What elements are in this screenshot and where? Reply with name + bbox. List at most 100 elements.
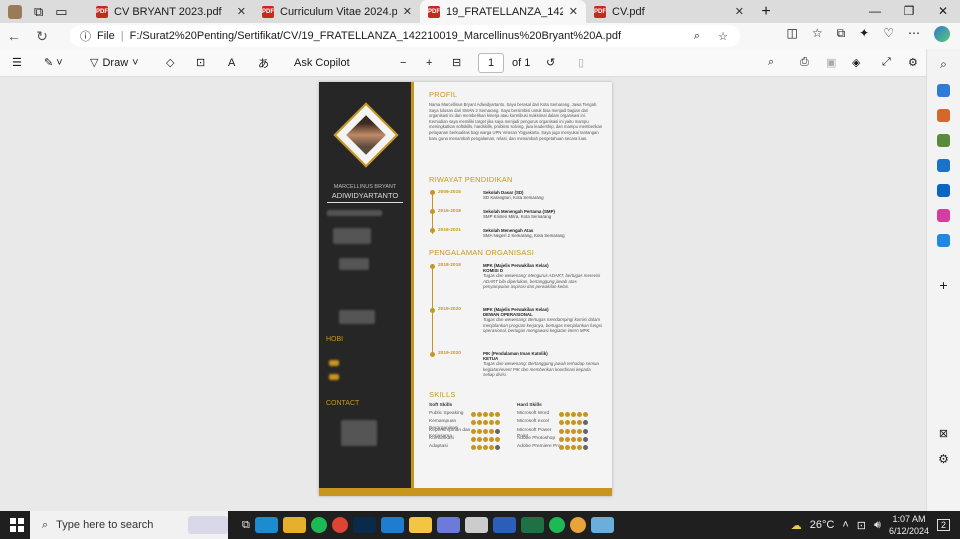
split-screen-icon[interactable]: ◫ [786, 26, 797, 42]
skill-dot [483, 420, 488, 426]
favorites-icon[interactable]: ☆ [812, 26, 823, 42]
restore-icon[interactable]: ❐ [892, 0, 926, 23]
erase-icon[interactable]: ◇ [166, 56, 174, 69]
vscode-icon[interactable] [380, 517, 404, 533]
edge-taskbar-icon[interactable] [254, 517, 278, 533]
tab-actions-icon[interactable]: ▭ [55, 4, 67, 20]
fullscreen-icon[interactable]: ⤢ [882, 56, 891, 69]
skill-dot [559, 428, 564, 434]
notification-icon[interactable]: 2 [936, 519, 950, 531]
close-tab-icon[interactable]: ✕ [569, 5, 578, 18]
contents-icon[interactable]: ☰ [12, 56, 22, 69]
read-aloud-icon[interactable]: A [228, 57, 235, 69]
favorite-star-icon[interactable]: ☆ [718, 30, 728, 43]
translate-icon[interactable]: あ [258, 55, 269, 71]
new-tab-button[interactable]: + [752, 0, 780, 23]
skill-dot [565, 445, 570, 451]
print-icon[interactable]: ⎙ [800, 56, 809, 69]
word-icon[interactable] [492, 517, 516, 533]
save-as-icon[interactable]: ◈ [852, 56, 860, 69]
file-explorer-icon[interactable] [282, 517, 306, 533]
hobby-icon [329, 360, 339, 366]
save-icon[interactable]: ▣ [826, 56, 836, 69]
chrome-icon[interactable] [331, 517, 348, 533]
sidebar-screenshot-icon[interactable]: ⊠ [939, 427, 948, 440]
chrome-alt-icon[interactable] [569, 517, 586, 533]
fit-page-icon[interactable]: ⊟ [452, 56, 461, 69]
tab-1[interactable]: PDF Curriculum Vitae 2024.pdf ✕ [254, 0, 420, 23]
volume-icon[interactable]: 🔊︎ [874, 519, 881, 532]
window-controls: — ❐ ✕ [858, 0, 960, 23]
pdf-icon: PDF [594, 5, 606, 18]
pdf-page: MARCELLINUS BRYANT ADIWIDYARTANTO HOBI C… [319, 82, 612, 496]
profile-avatar-icon[interactable] [8, 4, 22, 19]
ask-copilot-button[interactable]: Ask Copilot [294, 57, 350, 69]
taskbar-search[interactable]: ⌕ Type here to search [30, 511, 228, 539]
page-view-icon[interactable]: ▯ [578, 56, 584, 69]
photoshop-icon[interactable] [352, 517, 376, 533]
excel-icon[interactable] [520, 517, 544, 533]
close-tab-icon[interactable]: ✕ [237, 5, 246, 18]
notepad-icon[interactable] [590, 517, 614, 533]
skill-dot [577, 412, 582, 417]
workspaces-icon[interactable]: ⧉ [34, 4, 43, 20]
outlook-icon[interactable] [937, 184, 950, 197]
minimize-icon[interactable]: — [858, 0, 892, 23]
timeline-dot [430, 190, 435, 195]
draw-button[interactable]: ▽ Draw ˅ [90, 56, 139, 70]
url-field[interactable]: ⓘ File | F:/Surat2%20Penting/Sertifikat/… [70, 25, 740, 47]
folder-icon[interactable] [408, 517, 432, 533]
rotate-icon[interactable]: ↺ [546, 56, 555, 69]
settings-icon[interactable]: ⚙ [908, 56, 918, 69]
info-icon[interactable]: ⓘ [80, 28, 91, 44]
close-window-icon[interactable]: ✕ [926, 0, 960, 23]
text-icon[interactable]: ⊡ [196, 56, 205, 69]
performance-icon[interactable]: ♡ [883, 26, 894, 42]
games-icon[interactable] [937, 134, 950, 147]
skill-name: Adobe Premiere Pro [517, 444, 561, 450]
page-number-input[interactable]: 1 [478, 52, 504, 73]
designer-icon[interactable] [937, 209, 950, 222]
close-tab-icon[interactable]: ✕ [735, 5, 744, 18]
skills-heading: SKILLS [429, 390, 456, 399]
tab-label: 19_FRATELLANZA_142210019_M [446, 5, 563, 18]
network-icon[interactable]: ⊡ [857, 519, 866, 532]
tools-icon[interactable] [937, 109, 950, 122]
close-tab-icon[interactable]: ✕ [403, 5, 412, 18]
microsoft-365-icon[interactable] [937, 159, 950, 172]
zoom-icon[interactable]: ⌕ [694, 30, 700, 43]
tab-2[interactable]: PDF 19_FRATELLANZA_142210019_M ✕ [420, 0, 586, 23]
zoom-in-icon[interactable]: + [426, 57, 432, 69]
skill-level-dots [559, 436, 588, 442]
find-icon[interactable]: ⌕ [768, 56, 774, 69]
collections-icon[interactable]: ⧉ [837, 26, 846, 42]
app-icon[interactable] [436, 517, 460, 533]
add-icon[interactable]: + [939, 277, 947, 293]
windows-start-icon[interactable] [10, 518, 24, 532]
extensions-icon[interactable]: ✦ [859, 26, 869, 42]
skill-dot [489, 428, 494, 434]
skill-dot [477, 412, 482, 417]
highlight-icon[interactable]: ✎ ˅ [44, 56, 63, 69]
copilot-icon[interactable] [934, 26, 950, 42]
weather-temp[interactable]: 26°C [810, 519, 835, 531]
back-icon[interactable]: ← [0, 28, 28, 44]
more-icon[interactable]: ⋯ [908, 26, 920, 42]
shopping-icon[interactable] [937, 84, 950, 97]
spotify-icon[interactable] [310, 517, 327, 533]
discord-icon[interactable] [464, 517, 488, 533]
address-bar: ← ↻ ⓘ File | F:/Surat2%20Penting/Sertifi… [0, 23, 960, 49]
spotify-alt-icon[interactable] [548, 517, 565, 533]
tab-0[interactable]: PDF CV BRYANT 2023.pdf ✕ [88, 0, 254, 23]
zoom-out-icon[interactable]: − [400, 57, 406, 69]
task-view-icon[interactable]: ⧉ [242, 519, 250, 532]
skill-level-dots [559, 420, 588, 426]
search-icon[interactable]: ⌕ [940, 57, 947, 72]
tab-3[interactable]: PDF CV.pdf ✕ [586, 0, 752, 23]
weather-icon[interactable]: ☁ [791, 519, 802, 532]
sidebar-settings-icon[interactable]: ⚙ [938, 452, 949, 466]
clock[interactable]: 1:07 AM 6/12/2024 [889, 513, 929, 537]
refresh-icon[interactable]: ↻ [28, 28, 56, 45]
tray-chevron-icon[interactable]: ˄ [842, 519, 848, 531]
send-icon[interactable] [937, 234, 950, 247]
